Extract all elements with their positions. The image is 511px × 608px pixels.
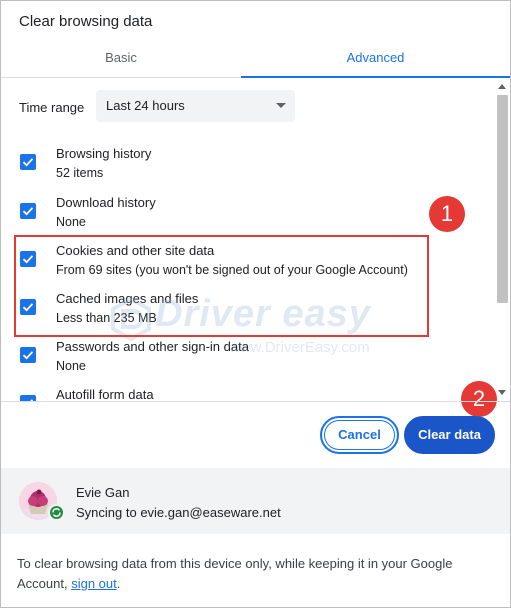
divider xyxy=(1,401,510,402)
chevron-down-icon xyxy=(276,103,286,108)
account-name: Evie Gan xyxy=(76,485,130,500)
footer-note: To clear browsing data from this device … xyxy=(17,554,487,594)
option-subtitle: None xyxy=(56,359,86,373)
time-range-select[interactable]: Last 24 hours xyxy=(96,90,295,122)
checkbox-passwords[interactable] xyxy=(20,347,36,363)
tab-basic[interactable]: Basic xyxy=(1,41,241,77)
option-subtitle: 52 items xyxy=(56,166,104,180)
checkmark-icon xyxy=(22,351,34,360)
account-sync-status: Syncing to evie.gan@easeware.net xyxy=(76,505,281,520)
annotation-badge-1: 1 xyxy=(429,196,465,232)
scroll-up-arrow-icon[interactable] xyxy=(498,84,506,89)
option-title: Autofill form data xyxy=(56,387,154,401)
scrollbar-thumb[interactable] xyxy=(497,95,508,303)
dialog-title: Clear browsing data xyxy=(19,13,153,30)
cancel-button[interactable]: Cancel xyxy=(320,416,399,454)
sign-out-link[interactable]: sign out xyxy=(71,576,117,591)
option-subtitle: None xyxy=(56,215,86,229)
tab-advanced[interactable]: Advanced xyxy=(241,41,510,78)
option-passwords[interactable]: Passwords and other sign-in data None xyxy=(1,339,491,383)
footer-note-end: . xyxy=(116,576,121,591)
clear-browsing-data-dialog: Clear browsing data Basic Advanced Time … xyxy=(0,0,511,608)
time-range-label: Time range xyxy=(19,100,85,115)
checkbox-browsing-history[interactable] xyxy=(20,154,36,170)
option-download-history[interactable]: Download history None xyxy=(1,195,491,239)
account-section: Evie Gan Syncing to evie.gan@easeware.ne… xyxy=(1,468,510,534)
checkmark-icon xyxy=(22,207,34,216)
option-title: Download history xyxy=(56,195,156,210)
clear-data-button[interactable]: Clear data xyxy=(404,416,495,454)
annotation-badge-2: 2 xyxy=(461,381,497,417)
option-browsing-history[interactable]: Browsing history 52 items xyxy=(1,146,491,190)
time-range-value: Last 24 hours xyxy=(106,98,185,113)
checkmark-icon xyxy=(22,158,34,167)
scrollbar[interactable] xyxy=(495,78,510,401)
tab-bar: Basic Advanced xyxy=(1,41,510,78)
option-title: Passwords and other sign-in data xyxy=(56,339,249,354)
scroll-down-arrow-icon[interactable] xyxy=(498,390,506,395)
checkbox-download-history[interactable] xyxy=(20,203,36,219)
annotation-highlight-box xyxy=(14,235,429,337)
sync-status-icon xyxy=(48,504,65,521)
option-title: Browsing history xyxy=(56,146,152,161)
option-autofill[interactable]: Autofill form data xyxy=(1,387,491,401)
